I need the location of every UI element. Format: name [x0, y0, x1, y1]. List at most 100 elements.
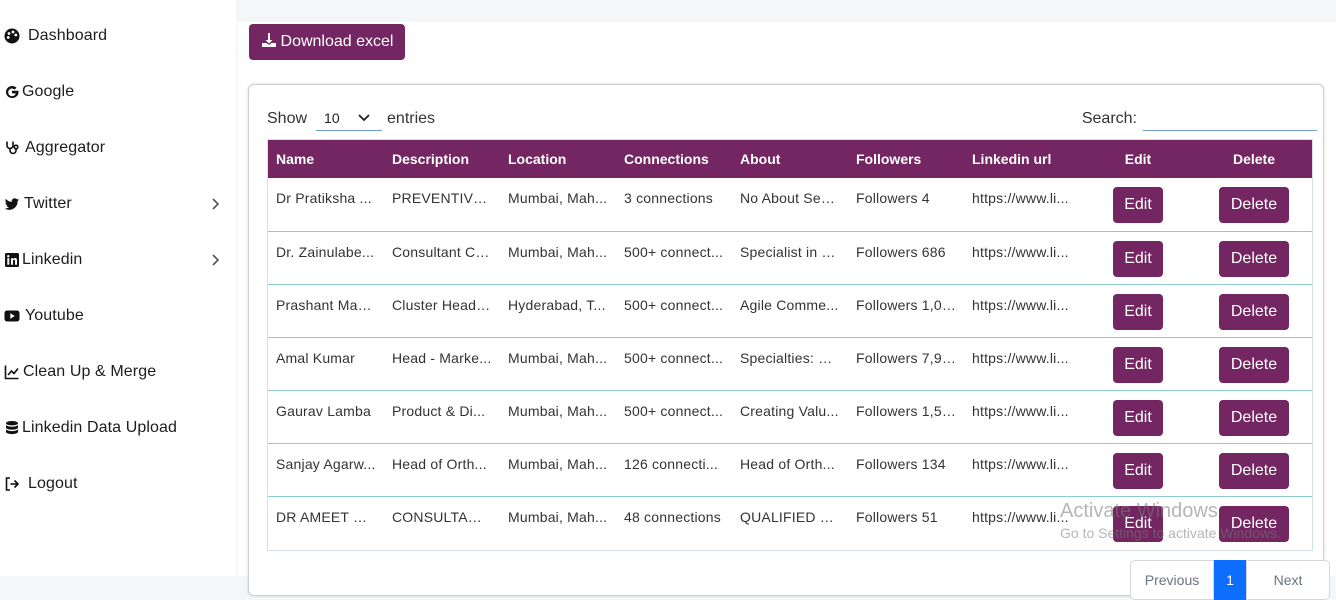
edit-button[interactable]: Edit: [1113, 505, 1163, 542]
pagination-page-button[interactable]: 1: [1214, 560, 1246, 600]
sidebar-item-linkedin-data-upload[interactable]: Linkedin Data Upload: [0, 400, 236, 456]
entries-select[interactable]: 10: [316, 107, 383, 131]
cell-linkedin-url: https://www.li...: [972, 402, 1069, 419]
delete-button[interactable]: Delete: [1219, 452, 1289, 489]
cell-edit: Edit: [1080, 231, 1196, 284]
cell-delete: Delete: [1196, 443, 1312, 496]
column-header-followers[interactable]: Followers: [848, 140, 964, 178]
cell-followers: Followers 51: [856, 508, 938, 525]
cell-edit: Edit: [1080, 443, 1196, 496]
cell-linkedin-url: https://www.li...: [972, 190, 1069, 206]
search-label: Search:: [1081, 110, 1137, 127]
edit-button[interactable]: Edit: [1113, 187, 1163, 223]
delete-button[interactable]: Delete: [1219, 505, 1289, 542]
sidebar-item-label: Linkedin: [22, 251, 83, 268]
cell-edit: Edit: [1080, 496, 1196, 549]
edit-button[interactable]: Edit: [1113, 346, 1163, 383]
edit-button[interactable]: Edit: [1113, 399, 1163, 436]
column-header-about[interactable]: About: [732, 140, 848, 178]
download-icon: [261, 32, 277, 53]
download-excel-label: Download excel: [280, 33, 394, 50]
cell-connections: 3 connections: [624, 190, 713, 206]
column-header-location[interactable]: Location: [500, 140, 616, 178]
cell-followers: Followers 1,548: [856, 402, 958, 419]
sidebar-item-dashboard[interactable]: Dashboard: [0, 8, 236, 64]
sidebar-item-linkedin[interactable]: Linkedin: [0, 232, 236, 288]
table-header-row: Name Description Location Connections Ab…: [268, 140, 1312, 178]
entries-control: Show 10 entries: [267, 107, 435, 131]
google-icon: [4, 84, 20, 100]
chevron-right-icon: [210, 196, 222, 212]
pagination-previous-button[interactable]: Previous: [1130, 560, 1214, 600]
search-input[interactable]: [1143, 107, 1317, 131]
pagination-next-button[interactable]: Next: [1246, 560, 1330, 600]
table-row: Amal Kumar Head - Marke... Mumbai, Mah... 5…: [268, 337, 1312, 390]
cell-linkedin-url: https://www.li...: [972, 296, 1069, 313]
sidebar-item-label: Youtube: [25, 307, 84, 324]
cell-edit: Edit: [1080, 178, 1196, 231]
cell-name: Prashant Mah...: [276, 296, 378, 313]
pagination: Previous 1 Next: [1130, 560, 1330, 600]
cell-connections: 126 connecti...: [624, 455, 719, 472]
cell-description: Consultant Ca...: [392, 243, 496, 260]
cell-connections: 500+ connect...: [624, 402, 724, 419]
column-header-description[interactable]: Description: [384, 140, 500, 178]
cell-connections: 500+ connect...: [624, 296, 724, 313]
column-header-linkedin-url[interactable]: Linkedin url: [964, 140, 1080, 178]
cell-description: CONSULTANT...: [392, 508, 498, 525]
cell-description: Head - Marke...: [392, 349, 492, 366]
cell-name: Gaurav Lamba: [276, 402, 372, 419]
sidebar-item-google[interactable]: Google: [0, 64, 236, 120]
sidebar-item-label: Aggregator: [25, 139, 106, 156]
edit-button[interactable]: Edit: [1113, 293, 1163, 330]
sidebar-item-label: Twitter: [24, 195, 72, 212]
cell-description: Cluster Head ...: [392, 296, 493, 313]
cell-about: Head of Orth...: [740, 455, 835, 472]
cell-linkedin-url: https://www.li...: [972, 455, 1069, 472]
cell-delete: Delete: [1196, 496, 1312, 549]
cell-name: Dr Pratiksha ...: [276, 190, 372, 206]
chevron-right-icon: [210, 252, 222, 268]
table-row: DR AMEET M... CONSULTANT... Mumbai, Mah...…: [268, 496, 1312, 549]
cell-location: Mumbai, Mah...: [508, 508, 608, 525]
sidebar-item-label: Dashboard: [28, 27, 108, 44]
delete-button[interactable]: Delete: [1219, 399, 1289, 436]
delete-button[interactable]: Delete: [1219, 346, 1289, 383]
delete-button[interactable]: Delete: [1219, 293, 1289, 330]
table-row: Gaurav Lamba Product & Di... Mumbai, Mah..…: [268, 390, 1312, 443]
download-excel-button[interactable]: Download excel: [249, 24, 405, 60]
cell-edit: Edit: [1080, 337, 1196, 390]
delete-button[interactable]: Delete: [1219, 187, 1289, 223]
cell-connections: 500+ connect...: [624, 243, 724, 260]
sidebar-item-aggregator[interactable]: Aggregator: [0, 120, 236, 176]
entries-select-value: 10: [324, 110, 340, 126]
cell-about: QUALIFIED C...: [740, 508, 843, 525]
column-header-connections[interactable]: Connections: [616, 140, 732, 178]
sidebar-item-logout[interactable]: Logout: [0, 456, 236, 512]
delete-button[interactable]: Delete: [1219, 240, 1289, 277]
cell-location: Mumbai, Mah...: [508, 243, 608, 260]
entries-label: entries: [387, 110, 436, 127]
column-header-name[interactable]: Name: [268, 140, 384, 178]
show-label: Show: [267, 110, 308, 127]
sidebar-item-twitter[interactable]: Twitter: [0, 176, 236, 232]
linkedin-icon: [4, 252, 20, 268]
cell-about: Creating Valu...: [740, 402, 839, 419]
cell-edit: Edit: [1080, 284, 1196, 337]
cell-name: Sanjay Agarw...: [276, 455, 376, 472]
sidebar-item-youtube[interactable]: Youtube: [0, 288, 236, 344]
cell-description: Product & Di...: [392, 402, 486, 419]
sidebar-item-clean-up-merge[interactable]: Clean Up & Merge: [0, 344, 236, 400]
cell-about: Specialist in b...: [740, 243, 842, 260]
cell-delete: Delete: [1196, 390, 1312, 443]
cell-followers: Followers 686: [856, 243, 946, 260]
edit-button[interactable]: Edit: [1113, 452, 1163, 489]
cell-about: No About Sec...: [740, 190, 841, 206]
edit-button[interactable]: Edit: [1113, 240, 1163, 277]
cell-location: Mumbai, Mah...: [508, 402, 608, 419]
table-row: Sanjay Agarw... Head of Orth... Mumbai, Ma…: [268, 443, 1312, 496]
cell-about: Specialties: M...: [740, 349, 843, 366]
table-row: Prashant Mah... Cluster Head ... Hyderabad…: [268, 284, 1312, 337]
cell-followers: Followers 4: [856, 190, 930, 206]
cell-location: Mumbai, Mah...: [508, 349, 608, 366]
